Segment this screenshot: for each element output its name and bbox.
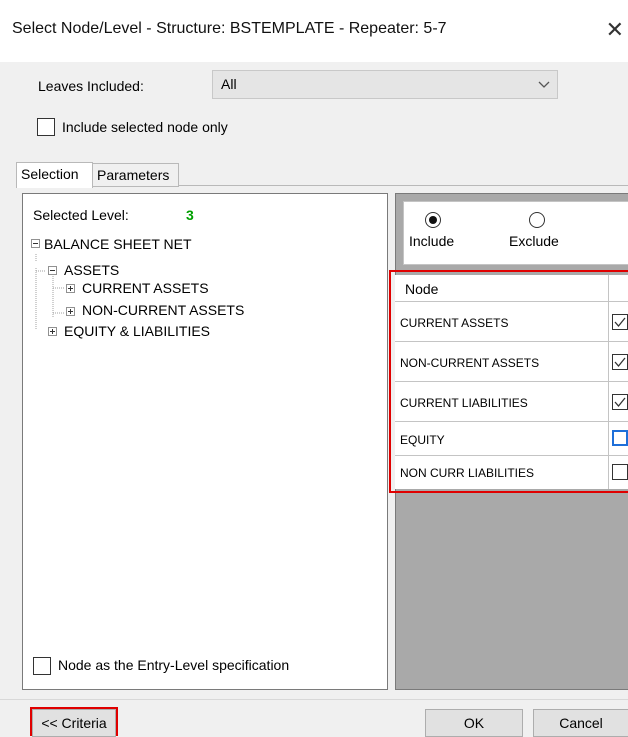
expand-icon[interactable] bbox=[66, 307, 75, 316]
tree-item-current-assets[interactable]: CURRENT ASSETS bbox=[82, 280, 209, 296]
include-selected-only-checkbox[interactable] bbox=[37, 118, 55, 136]
collapse-icon[interactable] bbox=[31, 239, 40, 248]
leaves-included-value: All bbox=[221, 76, 237, 92]
include-radio[interactable] bbox=[425, 212, 441, 228]
exclude-radio[interactable] bbox=[529, 212, 545, 228]
include-selected-only-label: Include selected node only bbox=[62, 119, 228, 135]
exclude-label: Exclude bbox=[509, 233, 559, 249]
tab-parameters[interactable]: Parameters bbox=[92, 163, 179, 187]
chevron-down-icon bbox=[538, 81, 550, 88]
footer-divider bbox=[0, 699, 628, 700]
tree-item-assets[interactable]: ASSETS bbox=[64, 262, 119, 278]
highlight-grid-box bbox=[389, 270, 628, 493]
entry-level-label: Node as the Entry-Level specification bbox=[58, 657, 290, 673]
title-bar: Select Node/Level - Structure: BSTEMPLAT… bbox=[0, 0, 628, 62]
radio-selected-dot bbox=[429, 216, 437, 224]
highlight-criteria-box bbox=[30, 707, 118, 736]
window-title: Select Node/Level - Structure: BSTEMPLAT… bbox=[12, 20, 447, 37]
ok-button[interactable]: OK bbox=[425, 709, 523, 737]
tree-item-balance-sheet-net[interactable]: BALANCE SHEET NET bbox=[44, 236, 192, 252]
close-icon[interactable]: ✕ bbox=[600, 12, 628, 48]
selected-level-label: Selected Level: bbox=[33, 207, 129, 223]
tab-selection[interactable]: Selection bbox=[16, 162, 93, 188]
expand-icon[interactable] bbox=[48, 327, 57, 336]
leaves-included-select[interactable]: All bbox=[212, 70, 558, 99]
tree-item-equity-liabilities[interactable]: EQUITY & LIABILITIES bbox=[64, 323, 210, 339]
selected-level-value: 3 bbox=[186, 207, 194, 223]
cancel-button[interactable]: Cancel bbox=[533, 709, 628, 737]
include-label: Include bbox=[409, 233, 455, 249]
entry-level-checkbox[interactable] bbox=[33, 657, 51, 675]
leaves-included-label: Leaves Included: bbox=[38, 78, 144, 94]
collapse-icon[interactable] bbox=[48, 266, 57, 275]
expand-icon[interactable] bbox=[66, 284, 75, 293]
tree-item-non-current-assets[interactable]: NON-CURRENT ASSETS bbox=[82, 302, 244, 318]
